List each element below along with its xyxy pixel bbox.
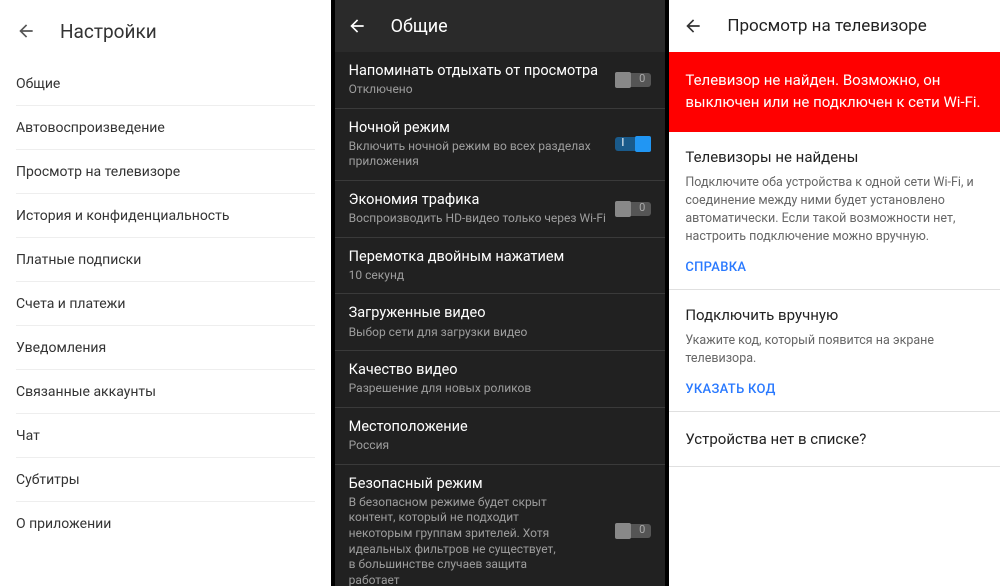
page-title: Настройки [60, 20, 157, 43]
list-item-label: Общие [16, 76, 60, 92]
setting-label: Безопасный режим [349, 475, 608, 493]
settings-item-autoplay[interactable]: Автовоспроизведение [16, 106, 315, 150]
header: Просмотр на телевизоре [669, 0, 1000, 52]
setting-remind-break[interactable]: Напоминать отдыхать от просмотра Отключе… [335, 52, 666, 109]
list-item-label: Платные подписки [16, 252, 141, 268]
setting-double-tap-seek[interactable]: Перемотка двойным нажатием 10 секунд [335, 238, 666, 295]
list-item-label: Связанные аккаунты [16, 384, 156, 400]
settings-item-tv[interactable]: Просмотр на телевизоре [16, 150, 315, 194]
setting-sub: 10 секунд [349, 268, 652, 284]
settings-item-chat[interactable]: Чат [16, 414, 315, 458]
manual-connect-section: Подключить вручную Укажите код, который … [669, 290, 1000, 412]
settings-item-paid[interactable]: Платные подписки [16, 238, 315, 282]
toggle-switch[interactable] [615, 73, 651, 87]
settings-item-accounts[interactable]: Связанные аккаунты [16, 370, 315, 414]
setting-label: Перемотка двойным нажатием [349, 248, 652, 266]
section-desc: Подключите оба устройства к одной сети W… [685, 174, 984, 247]
setting-label: Качество видео [349, 361, 652, 379]
list-item-label: О приложении [16, 516, 111, 532]
row-label: Устройства нет в списке? [685, 430, 866, 448]
page-title: Просмотр на телевизоре [727, 16, 926, 36]
header: Настройки [0, 0, 331, 62]
setting-label: Экономия трафика [349, 191, 608, 209]
setting-label: Загруженные видео [349, 304, 652, 322]
setting-video-quality[interactable]: Качество видео Разрешение для новых роли… [335, 351, 666, 408]
no-tv-section: Телевизоры не найдены Подключите оба уст… [669, 132, 1000, 291]
toggle-switch[interactable] [615, 137, 651, 151]
section-desc: Укажите код, который появится на экране … [685, 332, 984, 368]
list-item-label: Автовоспроизведение [16, 120, 165, 136]
general-settings-list: Напоминать отдыхать от просмотра Отключе… [335, 52, 666, 586]
settings-item-general[interactable]: Общие [16, 62, 315, 106]
device-not-listed-row[interactable]: Устройства нет в списке? [669, 412, 1000, 467]
page-title: Общие [391, 16, 448, 37]
setting-label: Местоположение [349, 418, 652, 436]
list-item-label: Счета и платежи [16, 296, 125, 312]
setting-location[interactable]: Местоположение Россия [335, 408, 666, 465]
tv-cast-screen: Просмотр на телевизоре Телевизор не найд… [669, 0, 1000, 586]
section-title: Телевизоры не найдены [685, 148, 984, 166]
list-item-label: Уведомления [16, 340, 106, 356]
setting-label: Напоминать отдыхать от просмотра [349, 62, 608, 80]
list-item-label: История и конфиденциальность [16, 208, 229, 224]
back-icon[interactable] [683, 16, 703, 36]
setting-restricted-mode[interactable]: Безопасный режим В безопасном режиме буд… [335, 465, 666, 586]
back-icon[interactable] [16, 21, 36, 41]
toggle-switch[interactable] [615, 202, 651, 216]
setting-sub: Выбор сети для загрузки видео [349, 325, 652, 341]
enter-code-link[interactable]: УКАЗАТЬ КОД [685, 382, 984, 397]
general-settings-screen: Общие Напоминать отдыхать от просмотра О… [335, 0, 666, 586]
settings-item-billing[interactable]: Счета и платежи [16, 282, 315, 326]
settings-item-notifications[interactable]: Уведомления [16, 326, 315, 370]
setting-sub: Разрешение для новых роликов [349, 381, 652, 397]
toggle-switch[interactable] [615, 524, 651, 538]
setting-sub: Россия [349, 438, 652, 454]
error-banner: Телевизор не найден. Возможно, он выключ… [669, 52, 1000, 132]
section-title: Подключить вручную [685, 306, 984, 324]
settings-item-history[interactable]: История и конфиденциальность [16, 194, 315, 238]
setting-sub: Отключено [349, 82, 608, 98]
setting-label: Ночной режим [349, 119, 608, 137]
setting-downloads[interactable]: Загруженные видео Выбор сети для загрузк… [335, 294, 666, 351]
list-item-label: Чат [16, 428, 40, 444]
setting-dark-theme[interactable]: Ночной режим Включить ночной режим во вс… [335, 109, 666, 181]
setting-sub: Воспроизводить HD-видео только через Wi-… [349, 211, 608, 227]
header: Общие [335, 0, 666, 52]
settings-screen: Настройки Общие Автовоспроизведение Прос… [0, 0, 331, 586]
settings-item-captions[interactable]: Субтитры [16, 458, 315, 502]
settings-list: Общие Автовоспроизведение Просмотр на те… [0, 62, 331, 546]
list-item-label: Субтитры [16, 472, 80, 488]
setting-sub: Включить ночной режим во всех разделах п… [349, 139, 608, 170]
back-icon[interactable] [347, 16, 367, 36]
help-link[interactable]: СПРАВКА [685, 260, 984, 275]
setting-sub: В безопасном режиме будет скрыт контент,… [349, 495, 559, 586]
setting-data-saving[interactable]: Экономия трафика Воспроизводить HD-видео… [335, 181, 666, 238]
settings-item-about[interactable]: О приложении [16, 502, 315, 546]
list-item-label: Просмотр на телевизоре [16, 164, 180, 180]
